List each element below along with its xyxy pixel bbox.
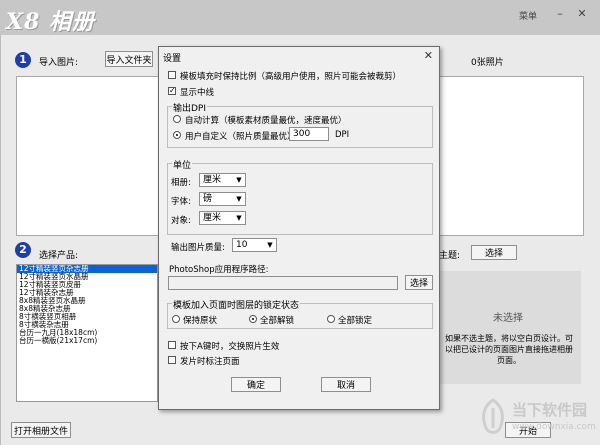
dialog-title: 设置 (163, 54, 182, 64)
dpi-input[interactable] (289, 127, 329, 141)
step-2-badge: 2 (15, 242, 31, 258)
lock-all-radio[interactable] (327, 315, 335, 323)
product-list[interactable]: 12寸精装竖页杂志册 12寸精装竖页水晶册 12寸精装竖页皮册 12寸精装杂志册… (16, 264, 158, 402)
dpi-unit-label: DPI (335, 130, 350, 140)
mark-page-checkbox[interactable] (168, 356, 176, 364)
ps-path-label: PhotoShop应用程序路径: (169, 265, 269, 275)
ok-button[interactable]: 确定 (231, 377, 281, 392)
album-unit-label: 相册: (171, 178, 191, 188)
preview-title: 未选择 (493, 313, 523, 324)
mark-page-label: 发片时标注页面 (180, 357, 240, 367)
open-album-button[interactable]: 打开相册文件 (11, 422, 71, 438)
dpi-auto-label: 自动计算（模板素材质量最优，速度最优） (185, 116, 347, 126)
preview-hint: 如果不选主题，将以空白页设计。可以把已设计的页面图片直接拖进相册页面。 (445, 334, 573, 365)
title-bar: X8 相册 菜单 – ✕ (0, 0, 600, 35)
watermark: 当下软件园 www.downxia.com (478, 396, 598, 442)
dpi-custom-label: 用户自定义（照片质量最优） (185, 132, 296, 142)
keep-ratio-label: 模板填充时保持比例（高级用户使用，照片可能会被裁剪） (180, 72, 402, 82)
minimize-icon[interactable]: – (553, 8, 567, 20)
quality-select[interactable]: 10 ▼ (232, 238, 277, 252)
cancel-button[interactable]: 取消 (321, 377, 371, 392)
unit-group-title: 单位 (172, 158, 193, 171)
object-unit-select[interactable]: 厘米 ▼ (199, 211, 246, 225)
object-unit-label: 对象: (171, 216, 191, 226)
font-unit-label: 字体: (171, 197, 191, 207)
album-unit-select[interactable]: 厘米 ▼ (199, 173, 246, 187)
lock-keep-radio[interactable] (172, 315, 180, 323)
theme-label: 主题: (439, 251, 461, 261)
chevron-down-icon: ▼ (236, 176, 242, 184)
close-icon[interactable]: ✕ (575, 8, 589, 20)
alt-swap-label: 按下A键时，交换照片生效 (180, 342, 280, 352)
list-item[interactable]: 台历一横版(21x17cm) (17, 337, 157, 345)
lock-unlock-radio[interactable] (249, 315, 257, 323)
ps-path-input[interactable] (168, 276, 398, 290)
dpi-auto-radio[interactable] (173, 115, 181, 123)
watermark-url: www.downxia.com (512, 422, 596, 432)
lock-keep-label: 保持原状 (183, 316, 218, 326)
lock-all-label: 全部锁定 (338, 316, 373, 326)
chevron-down-icon: ▼ (236, 195, 242, 203)
dialog-title-bar: 设置 ✕ (159, 47, 439, 64)
watermark-logo-icon (482, 398, 504, 434)
menu-button[interactable]: 菜单 (519, 9, 537, 22)
dialog-close-icon[interactable]: ✕ (424, 49, 433, 62)
ps-select-button[interactable]: 选择 (405, 275, 433, 290)
show-center-checkbox[interactable]: ✓ (168, 87, 176, 95)
select-product-label: 选择产品: (39, 251, 79, 261)
app-logo: X8 相册 (6, 9, 96, 35)
step-1-badge: 1 (15, 52, 31, 68)
font-unit-select[interactable]: 磅 ▼ (199, 192, 246, 206)
alt-swap-checkbox[interactable] (168, 341, 176, 349)
chevron-down-icon: ▼ (267, 241, 273, 249)
import-images-label: 导入图片: (39, 58, 79, 68)
settings-dialog: 设置 ✕ 模板填充时保持比例（高级用户使用，照片可能会被裁剪） ✓ 显示中线 输… (158, 46, 440, 410)
lock-unlock-label: 全部解锁 (260, 316, 295, 326)
lock-group-title: 模板加入页面时图层的锁定状态 (172, 298, 301, 311)
show-center-label: 显示中线 (180, 88, 215, 98)
chevron-down-icon: ▼ (236, 214, 242, 222)
select-theme-button[interactable]: 选择 (471, 245, 517, 260)
dpi-custom-radio[interactable] (173, 131, 181, 139)
photo-count-label: 0张照片 (471, 58, 504, 68)
dpi-group-title: 输出DPI (172, 101, 208, 114)
theme-preview: 未选择 如果不选主题，将以空白页设计。可以把已设计的页面图片直接拖进相册页面。 (435, 271, 581, 384)
keep-ratio-checkbox[interactable] (168, 71, 176, 79)
quality-label: 输出图片质量: (171, 243, 225, 253)
watermark-text: 当下软件园 (512, 401, 588, 419)
import-folder-button[interactable]: 导入文件夹 (105, 51, 153, 67)
